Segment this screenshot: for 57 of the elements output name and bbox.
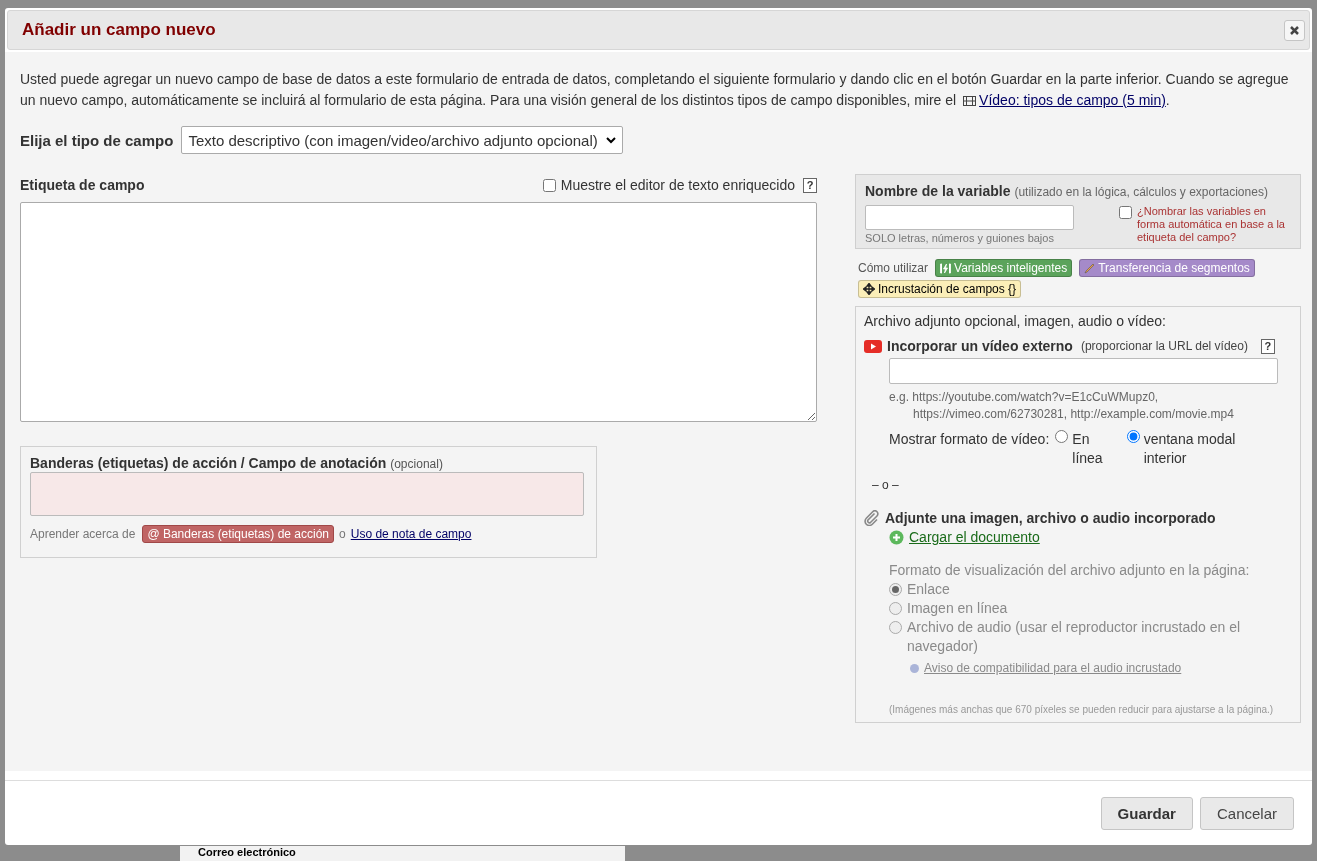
background-text: Correo electrónico: [198, 846, 296, 858]
intro-text: Usted puede agregar un nuevo campo de base de datos a este formulario de entrada de datos, completando el siguiente formulario y dando clic en el botón Guardar en la parte inferior. Cuando se agregue un nuevo campo, automáticamente se incluirá al formulario de esta página. Para una visión general de los distintos tipos de campo disponibles, mire el Vídeo: tipos de campo (5 min).: [20, 70, 1290, 110]
display-format-label: Formato de visualización del archivo adjunto en la página:: [889, 561, 1251, 580]
move-icon: [863, 283, 875, 295]
radio-label: Imagen en línea: [907, 599, 1009, 618]
close-icon: [1289, 24, 1300, 36]
save-button[interactable]: Guardar: [1100, 796, 1193, 830]
field-note-link[interactable]: Uso de nota de campo: [350, 527, 472, 541]
video-display-radio[interactable]: [1055, 430, 1069, 443]
video-title: Incorporar un vídeo externo: [887, 338, 1073, 354]
video-note: (proporcionar la URL del vídeo): [1080, 339, 1248, 353]
or-text: o: [339, 527, 346, 541]
field-label-label: Etiqueta de campo: [20, 177, 145, 193]
field-label-textarea[interactable]: [20, 202, 817, 422]
auto-name-label: ¿Nombrar las variables en forma automática en base a la etiqueta del campo?: [1137, 205, 1286, 244]
image-size-note: (Imágenes más anchas que 670 píxeles se pueden reducir para ajustarse a la página.): [888, 703, 1275, 716]
attachment-title: Archivo adjunto opcional, imagen, audio o vídeo:: [864, 313, 1167, 329]
radio-label: En línea: [1072, 430, 1104, 468]
separator-text: – o –: [871, 478, 900, 492]
radio-label: ventana modal interior: [1143, 430, 1237, 468]
upload-title: Adjunte una imagen, archivo o audio incorporado: [885, 510, 1216, 526]
variable-hint: SOLO letras, números y guiones bajos: [865, 232, 1055, 244]
variable-name-field[interactable]: [865, 205, 1074, 230]
caret-icon: [605, 136, 616, 144]
pencil-icon: [1084, 262, 1096, 274]
radio-label: Archivo de audio (usar el reproductor incrustado en el navegador): [907, 618, 1242, 656]
video-play-icon: [864, 339, 882, 353]
video-link[interactable]: Vídeo: tipos de campo (5 min): [979, 92, 1166, 108]
field-embedding-button[interactable]: Incrustación de campos {}: [858, 280, 1022, 298]
video-url-field[interactable]: [889, 358, 1278, 384]
help-button[interactable]: ?: [1260, 338, 1275, 354]
example-text: https://vimeo.com/62730281, http://example.com/movie.mp4: [912, 406, 1235, 423]
upload-document-link[interactable]: Cargar el documento: [909, 529, 1040, 545]
film-icon: [963, 95, 977, 107]
close-button[interactable]: [1284, 19, 1305, 41]
rich-text-label: Muestre el editor de texto enriquecido: [560, 177, 795, 193]
action-tags-button[interactable]: @ Banderas (etiquetas) de acción: [142, 525, 335, 543]
annotation-field[interactable]: [30, 472, 584, 516]
radio-label: Enlace: [907, 580, 951, 599]
auto-name-checkbox[interactable]: [1119, 206, 1132, 219]
cancel-button[interactable]: Cancelar: [1199, 796, 1294, 830]
dialog-title: Añadir un campo nuevo: [22, 20, 216, 40]
field-type-select[interactable]: Texto descriptivo (con imagen/video/archivo adjunto opcional): [181, 126, 623, 154]
how-to-label: Cómo utilizar: [858, 261, 929, 275]
field-type-label: Elija el tipo de campo: [20, 131, 174, 149]
info-icon: [910, 664, 919, 673]
paperclip-icon: [864, 510, 880, 526]
video-display-radio[interactable]: [1126, 430, 1140, 443]
rich-text-checkbox[interactable]: [542, 178, 556, 192]
bolt-icon: [940, 262, 952, 274]
variable-title: Nombre de la variable (utilizado en la lógica, cálculos y exportaciones): [865, 182, 1269, 201]
add-icon: [889, 529, 904, 545]
example-text: e.g. https://youtube.com/watch?v=E1cCuWMupz0,: [889, 389, 1160, 406]
learn-label: Aprender acerca de: [30, 527, 136, 541]
video-display-label: Mostrar formato de vídeo:: [889, 430, 1050, 449]
annotation-title: Banderas (etiquetas) de acción / Campo de anotación (opcional): [30, 455, 444, 471]
help-button[interactable]: ?: [803, 177, 817, 193]
